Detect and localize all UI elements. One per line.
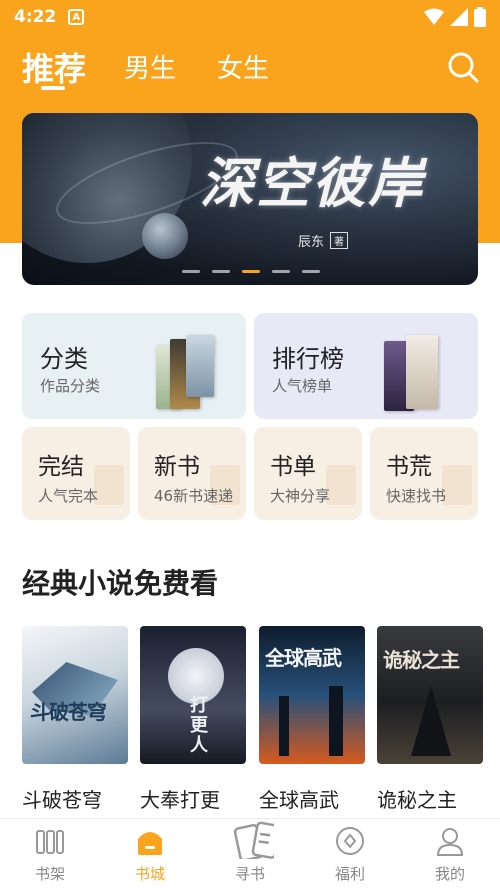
tab-female[interactable]: 女生: [217, 48, 269, 85]
nav-item-bookstore[interactable]: 书城: [100, 819, 200, 888]
banner-author-tag: 著: [330, 232, 349, 249]
card-subtitle: 大神分享: [270, 487, 331, 505]
nav-item-bookshelf[interactable]: 书架: [0, 819, 100, 888]
bookstore-icon: [138, 832, 162, 855]
book-item[interactable]: 诡秘之主 诡秘之主: [377, 626, 483, 813]
card-title: 新书: [154, 454, 200, 480]
nav-label: 书城: [134, 865, 165, 883]
search-icon[interactable]: [446, 50, 480, 84]
card-subtitle: 作品分类: [40, 377, 101, 395]
banner-dot[interactable]: [212, 270, 230, 273]
book-item[interactable]: 打更人 大奉打更: [140, 626, 246, 813]
card-title: 分类: [40, 345, 88, 373]
banner-dot[interactable]: [182, 270, 200, 273]
banner-author: 辰东 著: [298, 231, 349, 250]
wifi-icon: [424, 8, 444, 25]
banner-dot-active[interactable]: [242, 270, 260, 273]
card-decoration: [326, 465, 356, 505]
profile-icon: [436, 828, 464, 856]
bottom-navigation: 书架 书城 寻书 福利 我的: [0, 818, 500, 888]
status-bar: 4:22 A: [0, 0, 500, 34]
tab-male[interactable]: 男生: [124, 48, 176, 85]
card-subtitle: 快速找书: [386, 487, 447, 505]
banner-moon-image: [142, 213, 188, 259]
card-decoration: [442, 465, 472, 505]
card-subtitle: 46新书速递: [154, 487, 234, 505]
book-cover[interactable]: 全球高武: [259, 626, 365, 764]
signal-icon: [450, 8, 468, 26]
welfare-icon: [336, 827, 364, 855]
category-card-ranking[interactable]: 排行榜 人气榜单: [254, 313, 478, 419]
book-title: 全球高武: [259, 788, 339, 812]
card-decoration: [94, 465, 124, 505]
cover-title: 全球高武: [265, 646, 342, 670]
cover-title: 打更人: [190, 695, 208, 756]
tab-recommend[interactable]: 推荐: [22, 44, 86, 90]
cover-title: 斗破苍穹: [30, 700, 107, 724]
banner-title: 深空彼岸: [200, 151, 424, 215]
bookshelf-icon: [36, 830, 64, 854]
books-illustration: [156, 335, 214, 417]
nav-label: 寻书: [234, 865, 265, 883]
nav-label: 我的: [434, 865, 465, 883]
category-card-completed[interactable]: 完结 人气完本: [22, 427, 130, 520]
banner-dot[interactable]: [302, 270, 320, 273]
nav-item-find-book[interactable]: 寻书: [200, 819, 300, 888]
category-card-book-lists[interactable]: 书单 大神分享: [254, 427, 362, 520]
book-title: 大奉打更: [140, 788, 220, 812]
card-title: 书单: [270, 454, 316, 480]
card-title: 书荒: [386, 454, 432, 480]
book-title: 诡秘之主: [377, 788, 457, 812]
book-item[interactable]: 全球高武 全球高武: [259, 626, 365, 813]
banner-dot[interactable]: [272, 270, 290, 273]
battery-icon: [474, 7, 486, 27]
top-tabs: 推荐 男生 女生: [0, 40, 500, 100]
cover-title: 诡秘之主: [383, 648, 460, 672]
nav-item-profile[interactable]: 我的: [400, 819, 500, 888]
nav-label: 福利: [334, 865, 365, 883]
section-title: 经典小说免费看: [22, 567, 219, 600]
book-cover[interactable]: 斗破苍穹: [22, 626, 128, 764]
active-tab-indicator: [41, 86, 65, 90]
book-title: 斗破苍穹: [22, 788, 102, 812]
book-cover[interactable]: 打更人: [140, 626, 246, 764]
category-card-book-shortage[interactable]: 书荒 快速找书: [370, 427, 478, 520]
card-title: 完结: [38, 454, 84, 480]
book-item[interactable]: 斗破苍穹 斗破苍穹: [22, 626, 128, 813]
card-subtitle: 人气完本: [38, 487, 99, 505]
card-title: 排行榜: [272, 345, 344, 373]
nav-item-welfare[interactable]: 福利: [300, 819, 400, 888]
find-book-icon: [233, 821, 274, 859]
card-subtitle: 人气榜单: [272, 377, 333, 395]
category-card-classify[interactable]: 分类 作品分类: [22, 313, 246, 419]
book-cover[interactable]: 诡秘之主: [377, 626, 483, 764]
app-notification-icon: A: [68, 9, 85, 25]
status-icons: [424, 7, 486, 27]
banner-pagination: [182, 270, 320, 273]
books-illustration: [384, 335, 440, 417]
category-card-new-books[interactable]: 新书 46新书速递: [138, 427, 246, 520]
promo-banner[interactable]: 深空彼岸 辰东 著: [22, 113, 478, 285]
nav-label: 书架: [34, 865, 65, 883]
banner-author-name: 辰东: [298, 235, 325, 250]
status-time: 4:22: [14, 7, 57, 27]
